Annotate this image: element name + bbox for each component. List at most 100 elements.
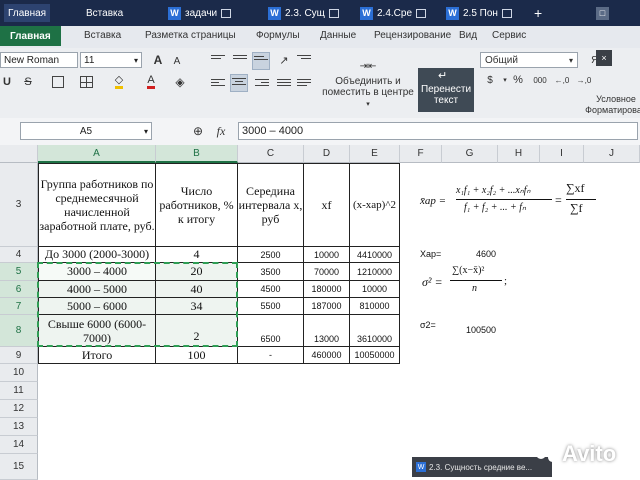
tab-home[interactable]: Главная xyxy=(0,26,61,46)
taskbar-item-doc-2-3[interactable]: W 2.3. Сущ xyxy=(268,4,339,22)
conditional-format-button[interactable]: Условное Форматирован xyxy=(584,94,640,116)
align-middle-button[interactable] xyxy=(232,52,248,68)
row-header-4[interactable]: 4 xyxy=(0,247,38,263)
column-header-g[interactable]: G xyxy=(442,145,498,163)
row-header-13[interactable]: 13 xyxy=(0,418,38,436)
strikethrough-button[interactable]: S xyxy=(20,74,36,90)
indent-button[interactable] xyxy=(296,52,312,68)
taskbar-item-tasks[interactable]: W задачи xyxy=(168,4,232,22)
table-cell[interactable]: Итого xyxy=(38,347,156,364)
tab-data[interactable]: Данные xyxy=(320,30,356,41)
tab-page-layout[interactable]: Разметка страницы xyxy=(145,30,236,41)
table-cell[interactable]: 3610000 xyxy=(350,315,400,347)
row-header-7[interactable]: 7 xyxy=(0,298,38,315)
align-center-button[interactable] xyxy=(230,74,248,92)
decrease-decimal-button[interactable]: →,0 xyxy=(574,72,594,88)
column-header-c[interactable]: C xyxy=(238,145,304,163)
table-cell[interactable]: 460000 xyxy=(304,347,350,364)
table-cell[interactable]: 70000 xyxy=(304,263,350,281)
table-cell[interactable]: 810000 xyxy=(350,298,400,315)
borders-button[interactable] xyxy=(50,74,66,90)
row-header-14[interactable]: 14 xyxy=(0,436,38,454)
row-header-15[interactable]: 15 xyxy=(0,454,38,480)
column-header-a[interactable]: A xyxy=(38,145,156,163)
column-header-i[interactable]: I xyxy=(540,145,584,163)
table-cell[interactable]: До 3000 (2000-3000) xyxy=(38,247,156,263)
taskbar-item-insert[interactable]: Вставка xyxy=(86,4,123,22)
table-cell[interactable]: 2 xyxy=(156,315,238,347)
table-cell[interactable]: 40 xyxy=(156,281,238,298)
table-cell[interactable]: 34 xyxy=(156,298,238,315)
table-style-button[interactable] xyxy=(78,74,94,90)
font-color-button[interactable]: A xyxy=(140,74,162,90)
table-cell[interactable]: 187000 xyxy=(304,298,350,315)
number-format-select[interactable]: Общий ▾ xyxy=(480,52,578,68)
select-all-corner[interactable] xyxy=(0,145,38,163)
table-cell[interactable]: 100 xyxy=(156,347,238,364)
align-left-button[interactable] xyxy=(210,76,226,92)
row-header-5[interactable]: 5 xyxy=(0,263,38,281)
column-header-e[interactable]: E xyxy=(350,145,400,163)
increase-decimal-button[interactable]: ←,0 xyxy=(552,72,572,88)
table-cell[interactable]: 6500 xyxy=(238,315,304,347)
row-header-6[interactable]: 6 xyxy=(0,281,38,298)
currency-button[interactable]: $ xyxy=(482,72,498,88)
table-cell[interactable]: 5000 – 6000 xyxy=(38,298,156,315)
taskbar-add-tab[interactable]: + xyxy=(534,4,542,22)
row-header-8[interactable]: 8 xyxy=(0,315,38,347)
taskbar-app-icon[interactable]: □ xyxy=(596,4,609,22)
sigma-formula-image[interactable]: σ² = ∑(x−x̄)² n ; xyxy=(412,263,512,303)
table-cell[interactable]: 4 xyxy=(156,247,238,263)
taskbar-item-home[interactable]: Главная xyxy=(4,4,51,22)
column-header-b[interactable]: B xyxy=(156,145,238,163)
table-header-deviation[interactable]: (x-xap)^2 xyxy=(350,163,400,247)
name-box[interactable]: A5 ▾ xyxy=(20,122,152,140)
clear-format-button[interactable]: ◈ xyxy=(172,74,188,90)
table-cell[interactable]: 3500 xyxy=(238,263,304,281)
row-header-12[interactable]: 12 xyxy=(0,400,38,418)
currency-dropdown[interactable]: ▾ xyxy=(500,72,510,88)
row-header-3[interactable]: 3 xyxy=(0,163,38,247)
table-cell[interactable]: Свыше 6000 (6000-7000) xyxy=(38,315,156,347)
table-cell[interactable]: 180000 xyxy=(304,281,350,298)
column-header-j[interactable]: J xyxy=(584,145,640,163)
tab-service[interactable]: Сервис xyxy=(492,30,526,41)
font-size-select[interactable]: 11 ▾ xyxy=(80,52,142,68)
wrap-text-button[interactable]: ↵ Перенести текст xyxy=(418,68,474,112)
font-name-select[interactable]: New Roman xyxy=(0,52,78,68)
formula-input[interactable]: 3000 – 4000 xyxy=(238,122,638,140)
table-cell[interactable]: 4410000 xyxy=(350,247,400,263)
increase-font-button[interactable]: A xyxy=(150,52,166,68)
table-cell[interactable]: 10000 xyxy=(304,247,350,263)
table-cell[interactable]: 10050000 xyxy=(350,347,400,364)
table-cell[interactable]: 20 xyxy=(156,263,238,281)
table-cell[interactable]: 13000 xyxy=(304,315,350,347)
table-cell[interactable]: 4000 – 5000 xyxy=(38,281,156,298)
taskbar-item-doc-2-4[interactable]: W 2.4.Сре xyxy=(360,4,427,22)
column-header-f[interactable]: F xyxy=(400,145,442,163)
tab-formulas[interactable]: Формулы xyxy=(256,30,300,41)
column-header-d[interactable]: D xyxy=(304,145,350,163)
xap-value[interactable]: 4600 xyxy=(476,249,496,259)
table-cell[interactable]: 3000 – 4000 xyxy=(38,263,156,281)
table-cell[interactable]: - xyxy=(238,347,304,364)
tab-view[interactable]: Вид xyxy=(459,30,477,41)
row-header-11[interactable]: 11 xyxy=(0,382,38,400)
align-bottom-button[interactable] xyxy=(252,52,270,70)
merge-center-icon-button[interactable]: ⇥⇤ xyxy=(352,58,384,74)
table-cell[interactable]: 1210000 xyxy=(350,263,400,281)
table-header-group[interactable]: Группа работников по среднемесячной начи… xyxy=(38,163,156,247)
close-panel-button[interactable]: × xyxy=(596,50,612,66)
distributed-button[interactable] xyxy=(296,76,312,92)
merge-center-button[interactable]: Объединить и поместить в центре ▾ xyxy=(320,76,416,110)
tab-insert[interactable]: Вставка xyxy=(84,30,121,41)
taskbar-item-doc-2-5[interactable]: W 2.5 Пон xyxy=(446,4,512,22)
row-header-10[interactable]: 10 xyxy=(0,364,38,382)
tab-review[interactable]: Рецензирование xyxy=(374,30,451,41)
bottom-taskbar-tab[interactable]: W 2.3. Сущность средние ве... xyxy=(412,457,552,477)
align-top-button[interactable] xyxy=(210,52,226,68)
underline-button[interactable]: U xyxy=(0,74,14,90)
text-direction-button[interactable]: ↗ xyxy=(276,52,292,68)
fill-color-button[interactable]: ◇ xyxy=(108,74,130,90)
mean-formula-image[interactable]: x̄ар = x₁f₁ + x₂f₂ + ...xₙfₙ f₁ + f₂ + .… xyxy=(410,177,600,227)
